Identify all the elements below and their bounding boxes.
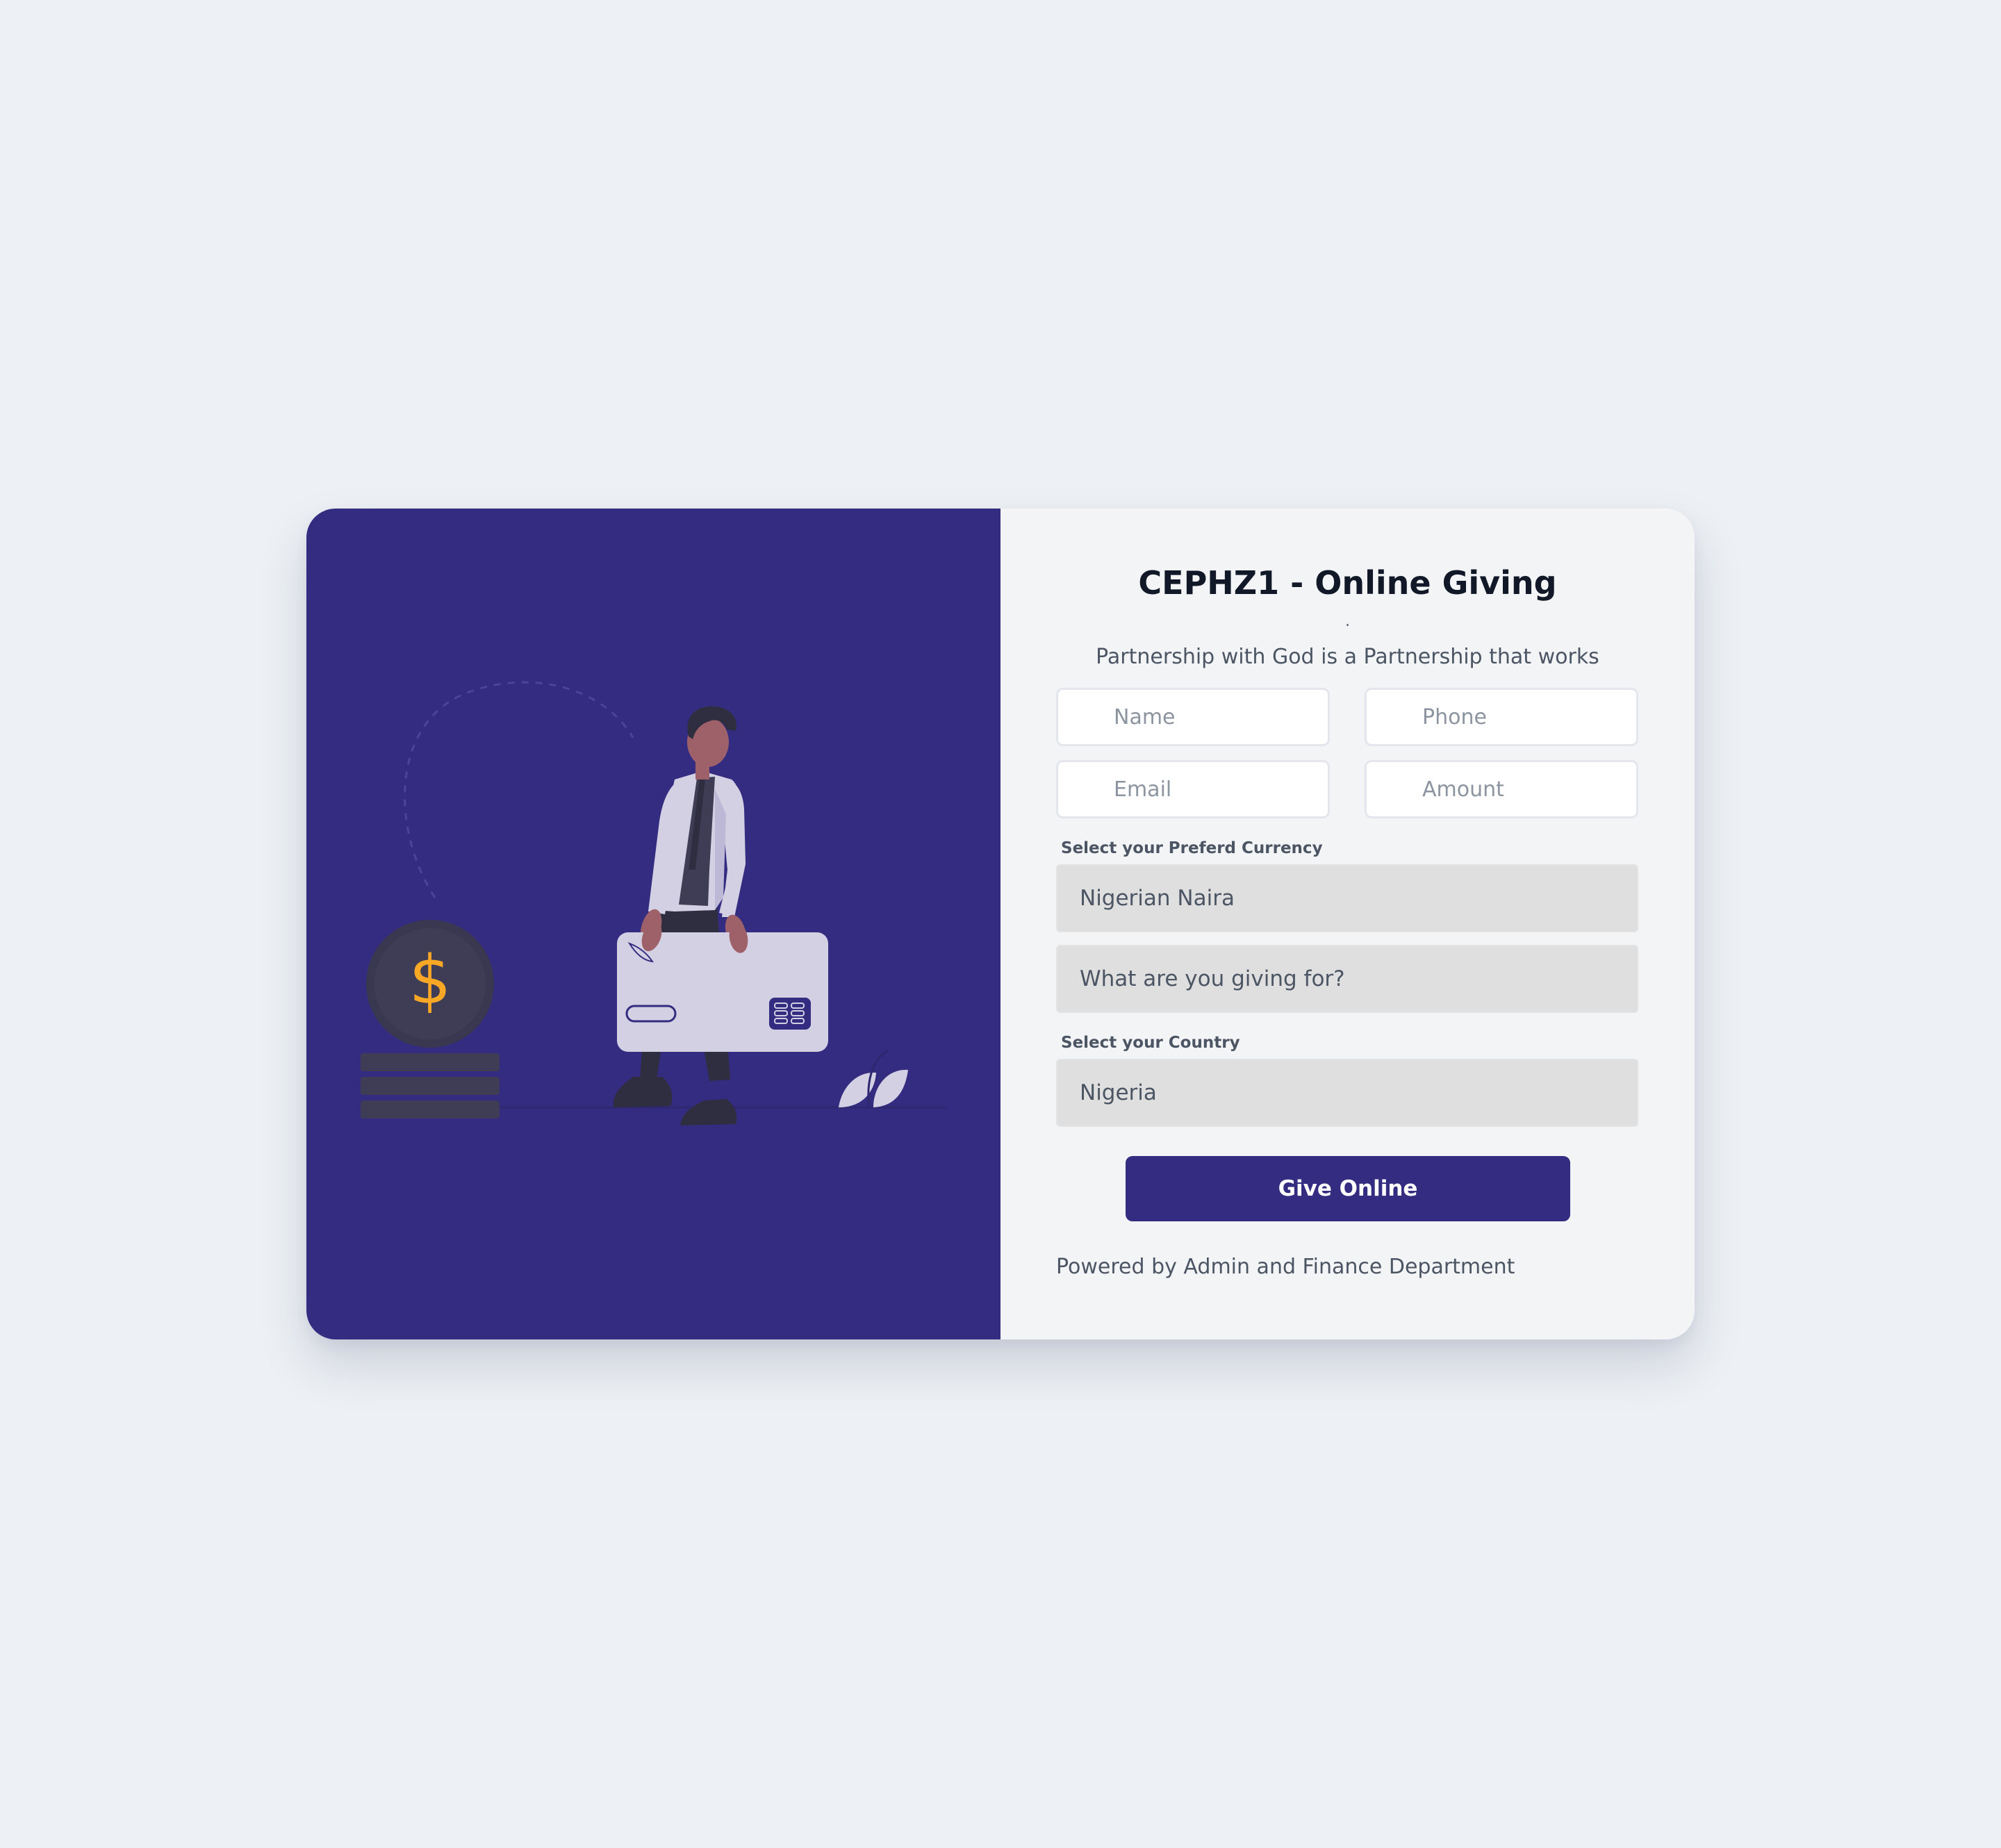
purpose-select-value: What are you giving for? bbox=[1080, 966, 1345, 991]
giving-card: $ CEPHZ1 - Online Giving . Partnership w… bbox=[306, 509, 1695, 1339]
illustration-panel: $ bbox=[306, 509, 1000, 1339]
coin-stack-icon bbox=[361, 1053, 500, 1119]
currency-select[interactable]: Nigerian Naira bbox=[1056, 864, 1638, 932]
country-label: Select your Country bbox=[1061, 1034, 1240, 1052]
currency-select-value: Nigerian Naira bbox=[1080, 886, 1235, 911]
page-title: CEPHZ1 - Online Giving bbox=[1138, 564, 1557, 602]
phone-input[interactable] bbox=[1365, 688, 1638, 746]
dashed-orbit bbox=[404, 681, 634, 898]
purpose-select[interactable]: What are you giving for? bbox=[1056, 945, 1638, 1013]
svg-text:$: $ bbox=[409, 941, 451, 1019]
coin-icon: $ bbox=[366, 920, 494, 1048]
country-select[interactable]: Nigeria bbox=[1056, 1059, 1638, 1127]
person-illustration bbox=[613, 706, 747, 1125]
title-separator: . bbox=[1345, 613, 1350, 630]
email-input[interactable] bbox=[1056, 760, 1330, 818]
leaf-icon bbox=[839, 1049, 908, 1108]
currency-label: Select your Preferd Currency bbox=[1061, 839, 1323, 857]
name-input[interactable] bbox=[1056, 688, 1330, 746]
give-online-button[interactable]: Give Online bbox=[1126, 1156, 1570, 1221]
form-panel: CEPHZ1 - Online Giving . Partnership wit… bbox=[1000, 509, 1695, 1339]
footer-text: Powered by Admin and Finance Department bbox=[1056, 1255, 1515, 1279]
country-select-value: Nigeria bbox=[1080, 1080, 1157, 1105]
page-subtitle: Partnership with God is a Partnership th… bbox=[1096, 645, 1599, 669]
amount-input[interactable] bbox=[1365, 760, 1638, 818]
giving-illustration: $ bbox=[361, 681, 946, 1125]
